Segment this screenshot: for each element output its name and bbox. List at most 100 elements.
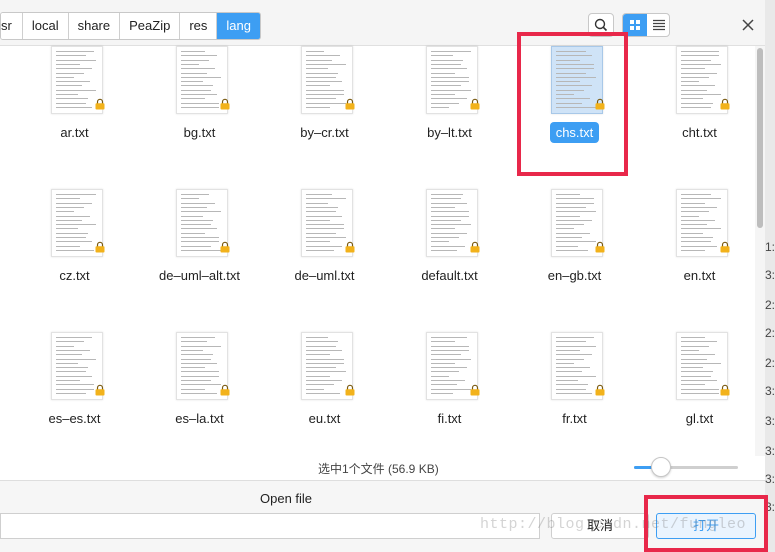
view-toggle [622,13,670,37]
file-name-label: bg.txt [183,125,216,140]
file-name: de–uml–alt.txt [137,265,262,286]
file-name: bg.txt [137,122,262,143]
selection-status: 选中1个文件 (56.9 KB) [318,462,439,476]
vertical-scrollbar[interactable] [755,46,765,456]
file-name-label: ar.txt [60,125,89,140]
breadcrumb: sr local share PeaZip res lang [0,12,261,40]
file-item[interactable]: en–gb.txt [512,189,637,324]
file-name-label: eu.txt [308,411,341,426]
file-item[interactable]: eu.txt [262,332,387,467]
file-item[interactable]: en.txt [637,189,762,324]
lock-icon [95,98,105,110]
background-tick: 2: [765,356,775,370]
file-name-label: default.txt [421,268,478,283]
scrollbar-thumb[interactable] [757,48,763,228]
lock-icon [345,384,355,396]
lock-icon [345,241,355,253]
lock-icon [220,241,230,253]
file-name: fi.txt [387,408,512,429]
breadcrumb-item-share[interactable]: share [68,13,121,39]
lock-icon [220,384,230,396]
file-item[interactable]: es–la.txt [137,332,262,467]
file-name: en–gb.txt [512,265,637,286]
file-name: by–lt.txt [387,122,512,143]
file-name-label: en–gb.txt [547,268,602,283]
lock-icon [595,241,605,253]
file-name: fr.txt [512,408,637,429]
file-name-label: by–lt.txt [427,125,472,140]
file-item[interactable]: ar.txt [12,46,137,181]
lock-icon [720,384,730,396]
lock-icon [595,384,605,396]
breadcrumb-item-lang[interactable]: lang [217,13,260,39]
file-item[interactable]: fi.txt [387,332,512,467]
breadcrumb-item-sr[interactable]: sr [1,13,23,39]
file-name: en.txt [637,265,762,286]
file-name: es–es.txt [12,408,137,429]
file-name: ar.txt [12,122,137,143]
toolbar: sr local share PeaZip res lang [0,0,765,46]
file-name: cht.txt [637,122,762,143]
file-item[interactable]: fr.txt [512,332,637,467]
file-name-label: de–uml–alt.txt [159,268,240,283]
file-item[interactable]: cht.txt [637,46,762,181]
zoom-slider-knob[interactable] [651,457,671,477]
breadcrumb-item-peazip[interactable]: PeaZip [120,13,181,39]
file-name-label: es–es.txt [48,411,101,426]
file-item[interactable]: by–cr.txt [262,46,387,181]
file-name-label: gl.txt [685,411,714,426]
background-tick: 1: [765,240,775,254]
file-item[interactable]: cz.txt [12,189,137,324]
background-tick: 3: [765,268,775,282]
file-name: by–cr.txt [262,122,387,143]
background-tick: 3: [765,384,775,398]
background-tick: 3: [765,472,775,486]
file-name: de–uml.txt [262,265,387,286]
breadcrumb-item-res[interactable]: res [180,13,218,39]
close-icon [742,19,754,31]
file-name-label: de–uml.txt [294,268,355,283]
file-name-label: cz.txt [59,268,90,283]
file-name-label: en.txt [683,268,716,283]
file-grid: ar.txt bg.txt by–cr.txt by–lt.txt chs.txt cht… [0,46,755,456]
lock-icon [720,98,730,110]
file-name: default.txt [387,265,512,286]
list-view-icon [653,19,665,31]
file-item[interactable]: by–lt.txt [387,46,512,181]
file-name-label: cht.txt [682,125,717,140]
file-name: gl.txt [637,408,762,429]
background-tick: 2: [765,298,775,312]
file-type-filter[interactable] [0,513,540,539]
file-item[interactable]: bg.txt [137,46,262,181]
file-name: es–la.txt [137,408,262,429]
lock-icon [220,98,230,110]
zoom-slider[interactable] [634,466,738,469]
lock-icon [345,98,355,110]
file-open-dialog: sr local share PeaZip res lang ar.txt bg… [0,0,765,552]
breadcrumb-item-local[interactable]: local [22,13,69,39]
highlight-box-open-button [644,495,768,552]
file-name-label: by–cr.txt [300,125,349,140]
file-item[interactable]: default.txt [387,189,512,324]
close-button[interactable] [737,14,759,36]
background-tick: 2: [765,326,775,340]
file-name-label: fi.txt [437,411,462,426]
list-view-button[interactable] [647,14,669,36]
lock-icon [95,384,105,396]
file-item[interactable]: gl.txt [637,332,762,467]
lock-icon [470,98,480,110]
file-name-label: es–la.txt [175,411,224,426]
lock-icon [470,384,480,396]
lock-icon [470,241,480,253]
file-name: eu.txt [262,408,387,429]
file-name-label: fr.txt [562,411,587,426]
file-item[interactable]: es–es.txt [12,332,137,467]
background-window-strip: 1: 3: 2: 2: 2: 3: 3: 3: 3: 3: [765,0,775,552]
background-tick: 3: [765,444,775,458]
highlight-box-selected-file [517,32,628,176]
lock-icon [95,241,105,253]
background-tick: 3: [765,414,775,428]
file-name: cz.txt [12,265,137,286]
file-item[interactable]: de–uml.txt [262,189,387,324]
file-item[interactable]: de–uml–alt.txt [137,189,262,324]
